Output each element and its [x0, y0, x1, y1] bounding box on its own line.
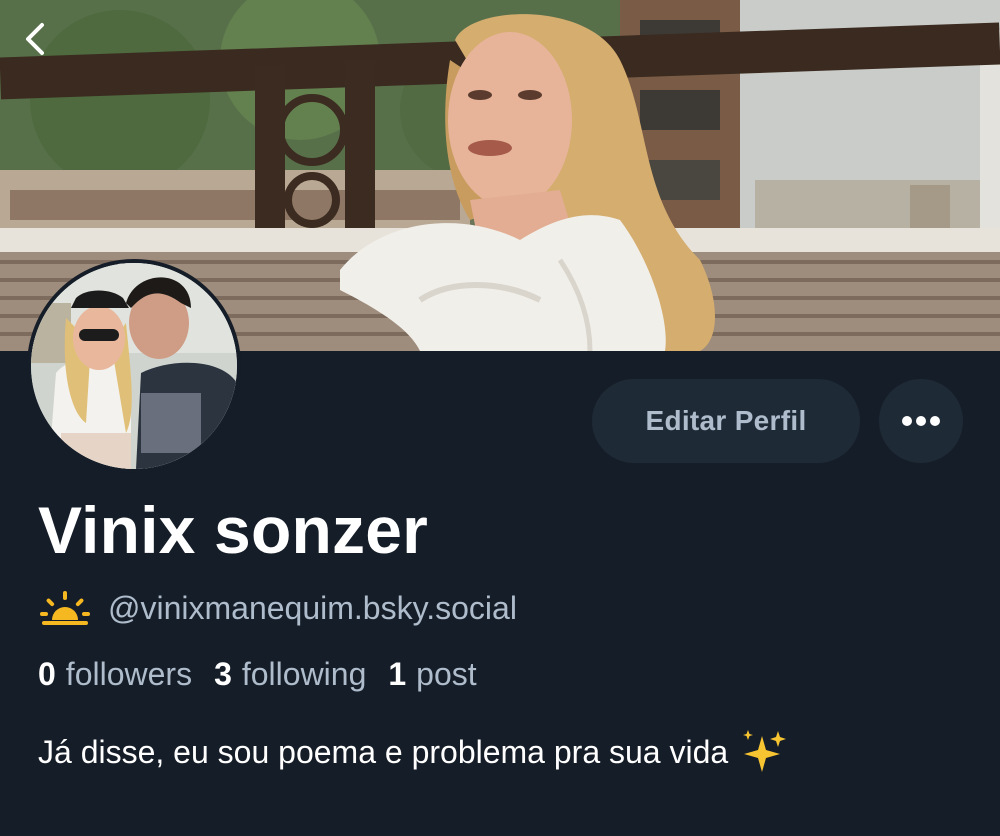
sparkles-emoji-icon	[743, 730, 787, 772]
chevron-left-icon	[26, 23, 44, 55]
following-count[interactable]: 3	[214, 656, 232, 693]
followers-label[interactable]: followers	[66, 656, 192, 693]
edit-profile-label: Editar Perfil	[645, 405, 807, 436]
more-options-button[interactable]	[879, 379, 963, 463]
avatar[interactable]	[27, 259, 241, 473]
profile-bio: Já disse, eu sou poema e problema pra su…	[38, 730, 787, 774]
bio-text: Já disse, eu sou poema e problema pra su…	[38, 733, 729, 770]
posts-label: post	[416, 656, 477, 692]
posts-count: 1	[388, 656, 407, 692]
profile-handle: @vinixmanequim.bsky.social	[108, 589, 517, 626]
ellipsis-icon	[902, 416, 940, 426]
profile-stats: 0 followers 3 following 1 post	[38, 656, 499, 693]
display-name: Vinix sonzer	[38, 493, 428, 567]
avatar-photo	[31, 263, 237, 469]
followers-count[interactable]: 0	[38, 656, 56, 693]
edit-profile-button[interactable]: Editar Perfil	[592, 379, 860, 463]
back-button[interactable]	[22, 22, 66, 66]
following-label[interactable]: following	[242, 656, 367, 693]
handle-row: @vinixmanequim.bsky.social	[40, 586, 517, 630]
sunrise-emoji-icon	[40, 591, 90, 625]
